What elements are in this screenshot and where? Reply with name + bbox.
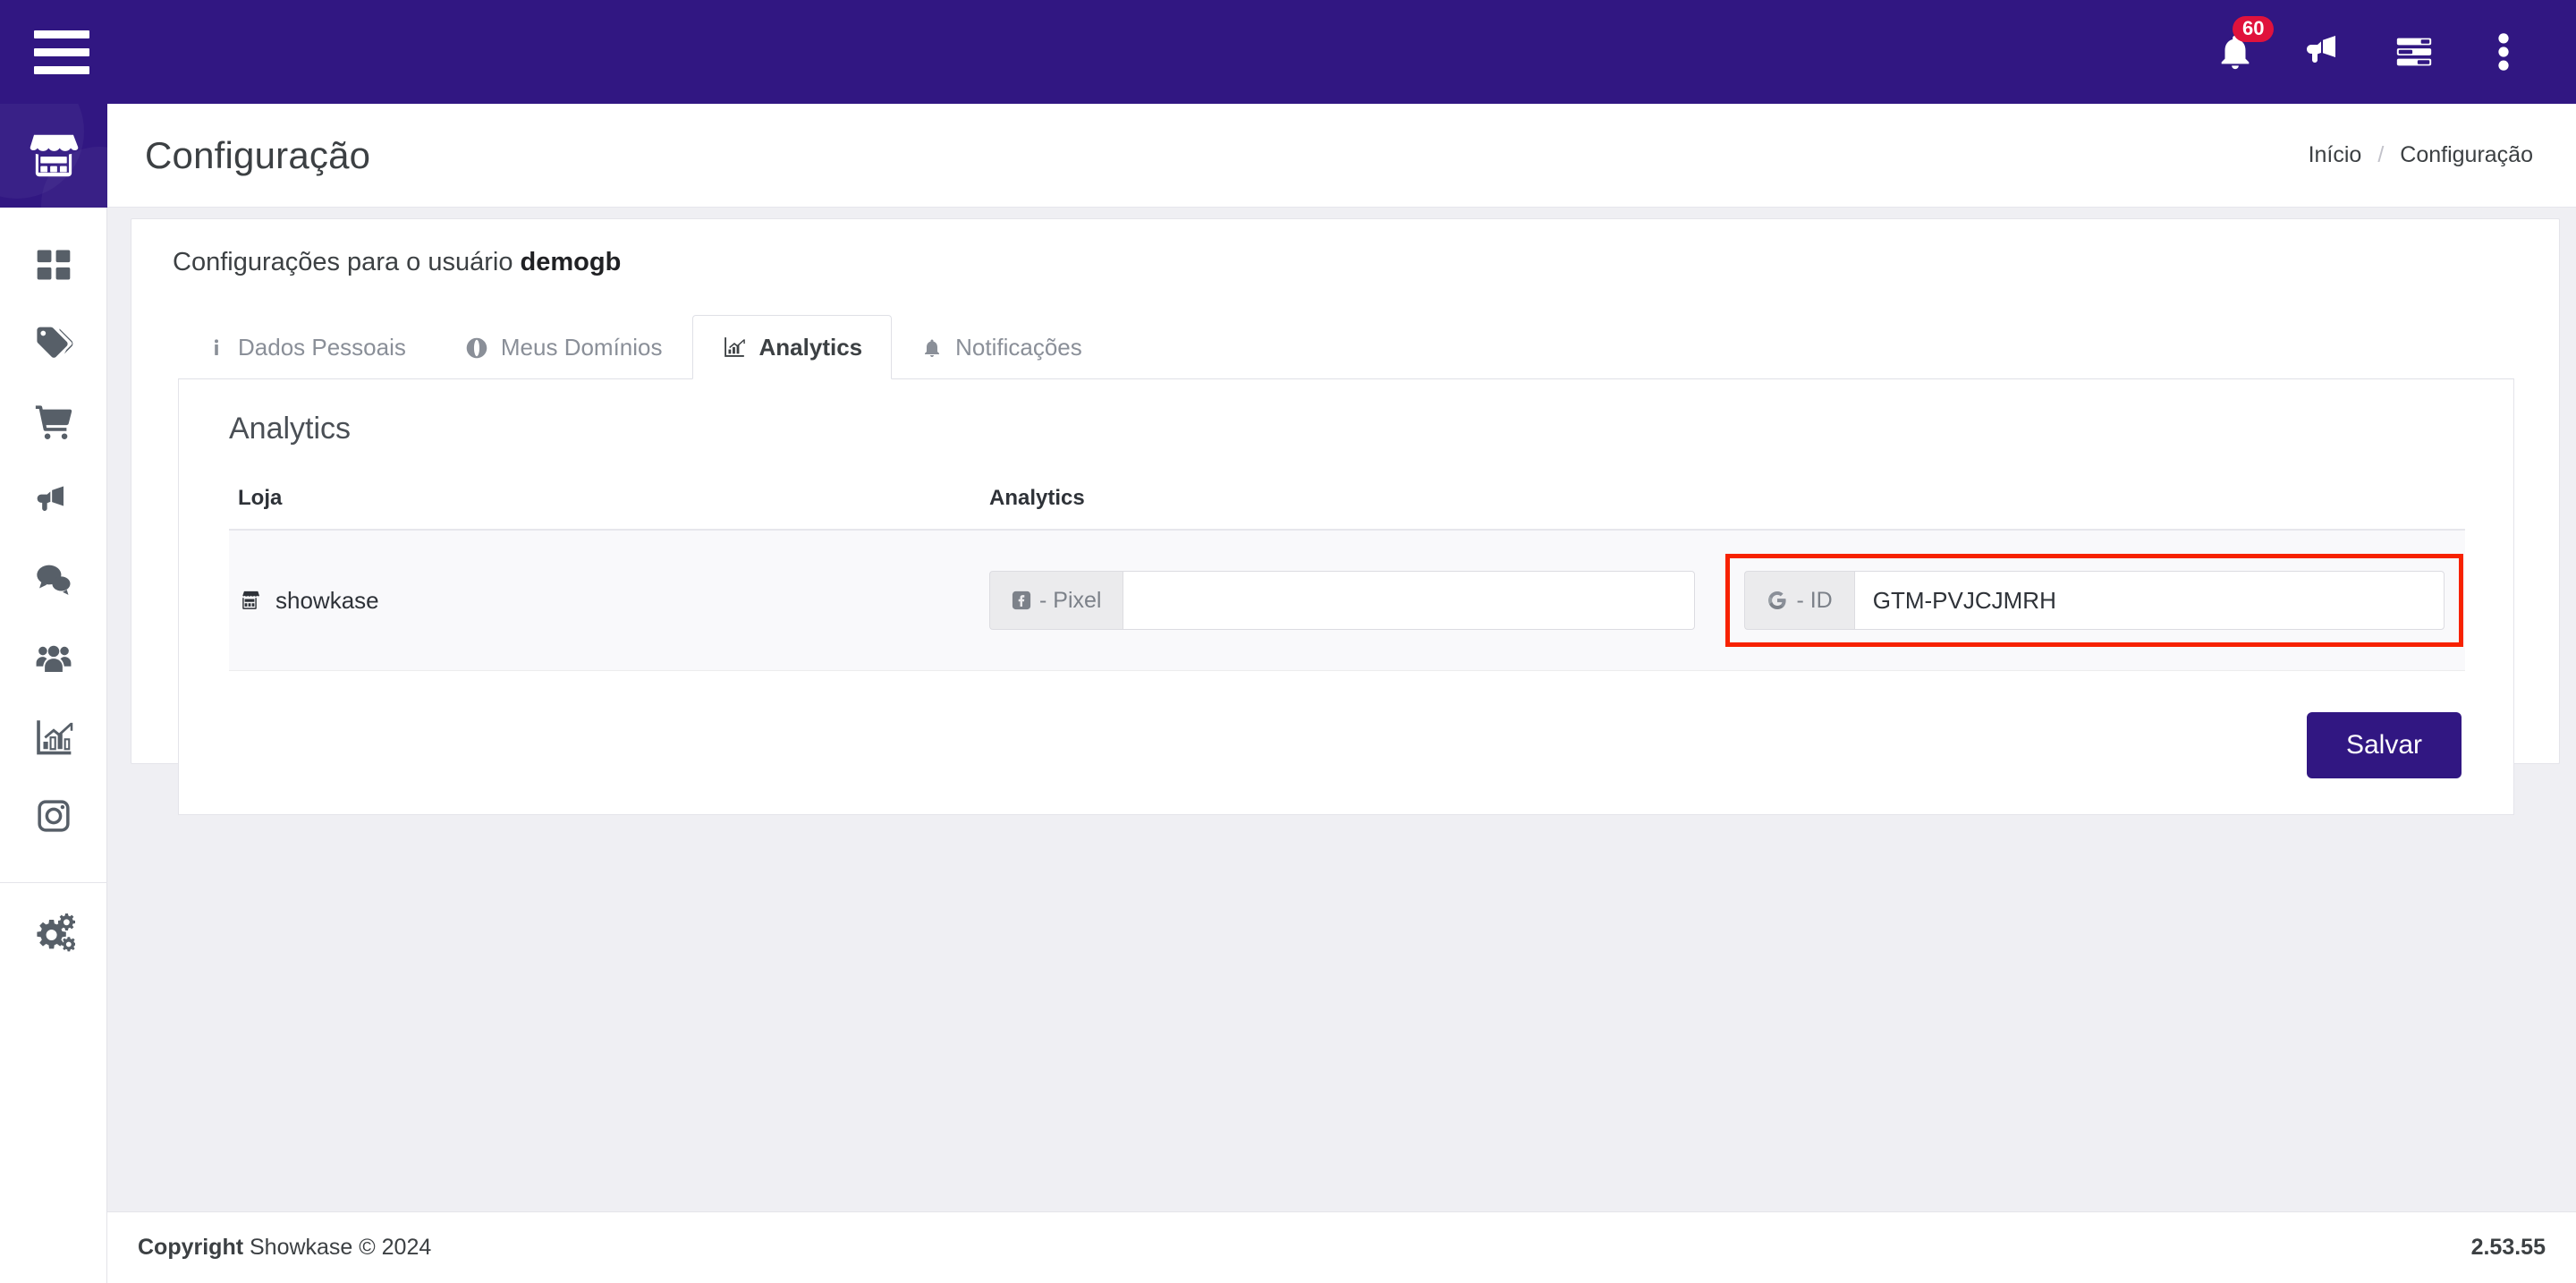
settings-tabs: Dados Pessoais Meus Domínios Analytics N… (178, 315, 2514, 379)
analytics-table: Loja Analytics showkase - Pixel - ID GTM… (229, 486, 2465, 671)
analytics-cell: - Pixel - ID (980, 530, 2465, 671)
instagram-icon (38, 800, 70, 832)
breadcrumb-current: Configuração (2400, 142, 2533, 167)
tab-label: Analytics (758, 333, 863, 361)
sidebar-item-instagram[interactable] (0, 777, 107, 855)
hamburger-bar (34, 30, 89, 38)
top-navigation-bar: 60 (0, 0, 2576, 104)
shopping-cart-icon (35, 405, 72, 439)
sidebar-menu (0, 208, 107, 973)
notifications-badge: 60 (2233, 16, 2275, 42)
store-name: showkase (275, 586, 379, 614)
facebook-pixel-field: - Pixel (989, 571, 1696, 630)
menu-toggle-button[interactable] (34, 24, 89, 80)
tab-label: Dados Pessoais (238, 334, 406, 361)
table-header-row: Loja Analytics (229, 486, 2465, 531)
column-header-loja: Loja (229, 486, 980, 531)
analytics-panel: Analytics Loja Analytics showkase - Pixe… (178, 379, 2514, 815)
tab-label: Notificações (955, 334, 1082, 361)
chart-analytics-icon (37, 720, 73, 755)
footer-copyright-text: Showkase © 2024 (243, 1235, 432, 1260)
gtm-prefix: - ID (1744, 571, 1854, 630)
sidebar-item-orders[interactable] (0, 383, 107, 462)
sidebar-item-products[interactable] (0, 304, 107, 383)
more-options-button[interactable] (2478, 23, 2529, 81)
column-header-analytics: Analytics (980, 486, 2465, 531)
info-icon (215, 338, 218, 355)
top-bar-actions: 60 (2209, 16, 2529, 81)
dashboard-grid-icon (37, 250, 71, 280)
card-heading: Configurações para o usuário demogb (131, 219, 2559, 277)
gtm-field-highlight: - ID (1725, 554, 2463, 647)
globe-icon (466, 337, 487, 358)
hamburger-bar (34, 47, 89, 56)
tab-notificacoes[interactable]: Notificações (892, 315, 1112, 379)
announcements-button[interactable] (2299, 23, 2351, 81)
panel-title: Analytics (229, 412, 352, 446)
content-area: Configurações para o usuário demogb Dado… (107, 208, 2576, 1211)
footer-copyright: Copyright Showkase © 2024 (138, 1235, 431, 1261)
notifications-button[interactable]: 60 (2209, 16, 2275, 81)
table-row: showkase - Pixel - ID GTM-PVJCJMRH (229, 530, 2465, 671)
sidebar-item-marketing[interactable] (0, 462, 107, 540)
card-heading-prefix: Configurações para o usuário (173, 248, 521, 276)
chart-line-icon (724, 337, 745, 357)
sidebar-divider (0, 882, 107, 883)
tasks-list-button[interactable] (2388, 23, 2440, 81)
sidebar-item-customers[interactable] (0, 619, 107, 698)
panel-actions: Salvar (179, 671, 2513, 778)
breadcrumb-separator: / (2377, 142, 2385, 167)
google-icon (1768, 591, 1787, 609)
tags-icon (37, 327, 73, 358)
tab-label: Meus Domínios (500, 334, 663, 361)
page-header: Configuração Início / Configuração (107, 104, 2576, 208)
facebook-pixel-prefix: - Pixel (989, 571, 1123, 630)
settings-gears-icon (37, 913, 75, 952)
left-sidebar (0, 104, 107, 1283)
hamburger-bar (34, 65, 89, 74)
sidebar-brand-store[interactable] (0, 104, 107, 208)
page-title: Configuração (145, 133, 371, 176)
sidebar-item-settings[interactable] (0, 894, 107, 973)
bell-icon (925, 339, 940, 357)
tab-dados-pessoais[interactable]: Dados Pessoais (178, 315, 436, 379)
users-group-icon (36, 645, 72, 673)
tab-meus-dominios[interactable]: Meus Domínios (436, 315, 692, 379)
footer-copyright-label: Copyright (138, 1235, 244, 1260)
facebook-pixel-prefix-label: - Pixel (1039, 587, 1102, 613)
store-brand-icon (30, 134, 79, 177)
store-cell: showkase (229, 530, 980, 671)
sidebar-item-dashboard[interactable] (0, 225, 107, 304)
chat-bubbles-icon (37, 565, 71, 595)
sidebar-item-messages[interactable] (0, 540, 107, 619)
facebook-pixel-input[interactable] (1123, 571, 1696, 630)
save-button[interactable]: Salvar (2306, 712, 2462, 778)
gtm-id-input[interactable] (1853, 571, 2445, 630)
settings-card: Configurações para o usuário demogb Dado… (131, 218, 2560, 815)
facebook-icon (1012, 591, 1031, 610)
breadcrumb: Início / Configuração (2309, 142, 2533, 168)
gtm-prefix-label: - ID (1796, 587, 1833, 613)
store-icon (241, 591, 259, 609)
page-footer: Copyright Showkase © 2024 2.53.55 (107, 1211, 2576, 1283)
footer-version: 2.53.55 (2470, 1235, 2546, 1260)
megaphone-icon (37, 486, 64, 511)
card-heading-username: demogb (520, 248, 622, 276)
google-tag-manager-id-field: - ID (1744, 571, 2445, 630)
sidebar-item-reports[interactable] (0, 698, 107, 777)
tab-analytics[interactable]: Analytics (691, 315, 893, 379)
breadcrumb-home[interactable]: Início (2309, 142, 2362, 168)
